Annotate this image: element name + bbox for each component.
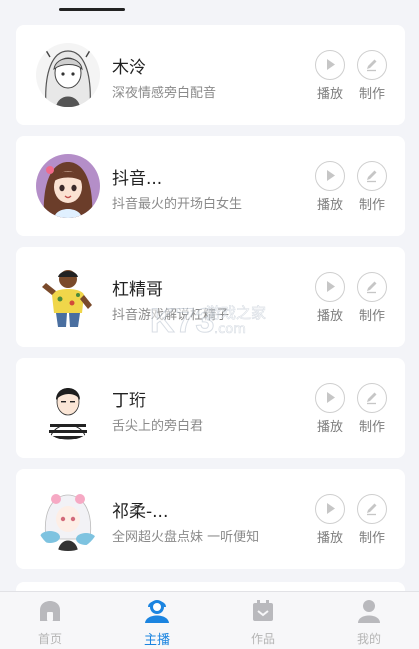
tab-works[interactable]: 作品	[223, 592, 303, 649]
anchor-description: 深夜情感旁白配音	[112, 86, 217, 101]
anchor-person-icon	[145, 600, 169, 623]
profile-icon	[358, 600, 380, 623]
avatar	[36, 487, 100, 551]
avatar	[36, 43, 100, 107]
play-icon	[327, 281, 335, 292]
home-icon	[40, 601, 60, 621]
make-label: 制作	[358, 531, 385, 546]
play-button[interactable]: 播放	[312, 494, 348, 546]
play-label: 播放	[316, 87, 343, 102]
tab-label: 我的	[356, 632, 381, 646]
pencil-icon	[367, 503, 377, 516]
avatar	[36, 154, 100, 218]
anchor-description: 抖音最火的开场白女生	[112, 197, 243, 212]
pencil-icon	[367, 281, 377, 294]
pencil-icon	[367, 392, 377, 405]
tab-anchor[interactable]: 主播	[117, 592, 197, 649]
works-icon	[253, 600, 273, 621]
pencil-icon	[367, 170, 377, 183]
top-tab-indicator	[59, 8, 125, 11]
make-label: 制作	[358, 87, 385, 102]
pencil-icon	[367, 59, 377, 72]
make-label: 制作	[358, 198, 385, 213]
play-icon	[327, 59, 335, 70]
make-label: 制作	[358, 309, 385, 324]
play-label: 播放	[316, 531, 343, 546]
tab-label: 首页	[37, 632, 62, 646]
make-button[interactable]: 制作	[354, 494, 390, 546]
tab-mine[interactable]: 我的	[329, 592, 409, 649]
anchor-card[interactable]: 杠精哥 抖音游戏解说杠精子 播放 制作	[16, 247, 405, 347]
anchor-card[interactable]: 丁珩 舌尖上的旁白君 播放 制作	[16, 358, 405, 458]
make-button[interactable]: 制作	[354, 161, 390, 213]
bottom-tab-bar: 首页 主播 作品 我的	[0, 591, 419, 649]
avatar	[36, 265, 100, 329]
avatar	[36, 376, 100, 440]
play-icon	[327, 503, 335, 514]
anchor-card[interactable]: 祁柔-... 全网超火盘点妹 一听便知 播放 制作	[16, 469, 405, 569]
tab-label: 作品	[250, 632, 275, 646]
anchor-card[interactable]: 抖音... 抖音最火的开场白女生 播放 制作	[16, 136, 405, 236]
anchor-description: 舌尖上的旁白君	[112, 419, 204, 434]
tab-home[interactable]: 首页	[10, 592, 90, 649]
play-button[interactable]: 播放	[312, 161, 348, 213]
play-icon	[327, 392, 335, 403]
anchor-description: 全网超火盘点妹 一听便知	[112, 530, 260, 545]
anchor-name: 杠精哥	[112, 280, 163, 300]
anchor-name: 木泠	[112, 58, 146, 78]
anchor-description: 抖音游戏解说杠精子	[112, 308, 230, 323]
anchor-card[interactable]: 木泠 深夜情感旁白配音 播放 制作	[16, 25, 405, 125]
tab-label: 主播	[143, 633, 170, 648]
make-button[interactable]: 制作	[354, 383, 390, 435]
play-button[interactable]: 播放	[312, 50, 348, 102]
make-button[interactable]: 制作	[354, 272, 390, 324]
play-button[interactable]: 播放	[312, 383, 348, 435]
anchor-name: 丁珩	[112, 391, 146, 411]
play-button[interactable]: 播放	[312, 272, 348, 324]
play-label: 播放	[316, 420, 343, 435]
play-label: 播放	[316, 198, 343, 213]
play-label: 播放	[316, 309, 343, 324]
anchor-name: 祁柔-...	[112, 502, 169, 522]
anchor-name: 抖音...	[112, 169, 163, 189]
make-label: 制作	[358, 420, 385, 435]
make-button[interactable]: 制作	[354, 50, 390, 102]
play-icon	[327, 170, 335, 181]
